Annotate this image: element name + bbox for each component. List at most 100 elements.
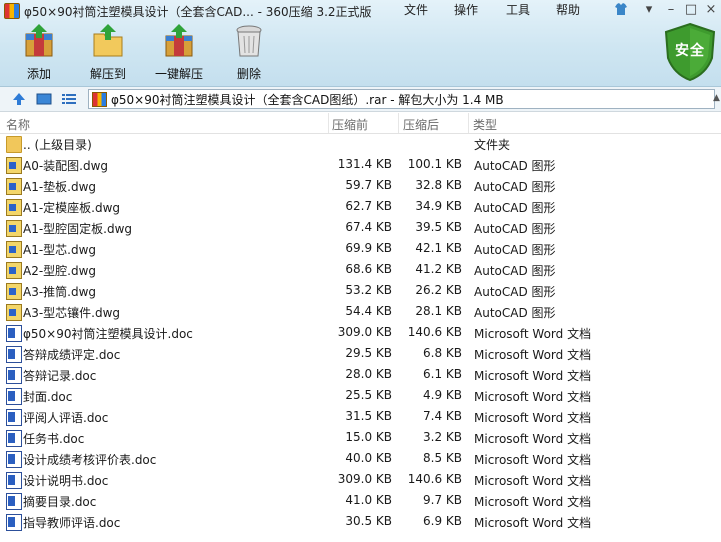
menu-file[interactable]: 文件 <box>400 0 432 19</box>
file-packed-size: 6.1 KB <box>423 367 462 381</box>
address-field[interactable]: φ50×90衬筒注塑模具设计（全套含CAD图纸）.rar - 解包大小为 1.4… <box>88 89 715 109</box>
menu-help[interactable]: 帮助 <box>552 0 584 19</box>
file-type: Microsoft Word 文档 <box>474 432 592 446</box>
file-name: .. (上级目录) <box>23 138 92 152</box>
file-name: 答辩记录.doc <box>23 369 97 383</box>
file-row[interactable]: A3-型芯镶件.dwg 54.4 KB 28.1 KB AutoCAD 图形 <box>0 301 721 322</box>
file-row[interactable]: 答辩记录.doc 28.0 KB 6.1 KB Microsoft Word 文… <box>0 364 721 385</box>
thumbnail-view-icon[interactable] <box>36 91 52 107</box>
window-title: φ50×90衬筒注塑模具设计（全套含CAD... - 360压缩 3.2正式版 <box>24 5 372 19</box>
file-packed-size: 34.9 KB <box>415 199 462 213</box>
file-row[interactable]: A1-定模座板.dwg 62.7 KB 34.9 KB AutoCAD 图形 <box>0 196 721 217</box>
file-row[interactable]: 摘要目录.doc 41.0 KB 9.7 KB Microsoft Word 文… <box>0 490 721 511</box>
file-size: 62.7 KB <box>345 199 392 213</box>
skin-shirt-icon[interactable] <box>610 2 632 18</box>
file-size: 29.5 KB <box>345 346 392 360</box>
file-type: AutoCAD 图形 <box>474 285 556 299</box>
extract-to-label: 解压到 <box>89 67 126 81</box>
file-row[interactable]: 设计成绩考核评价表.doc 40.0 KB 8.5 KB Microsoft W… <box>0 448 721 469</box>
file-type: AutoCAD 图形 <box>474 159 556 173</box>
file-packed-size: 6.9 KB <box>423 514 462 528</box>
file-row[interactable]: A1-型芯.dwg 69.9 KB 42.1 KB AutoCAD 图形 <box>0 238 721 259</box>
file-size: 309.0 KB <box>337 472 392 486</box>
file-row[interactable]: 指导教师评语.doc 30.5 KB 6.9 KB Microsoft Word… <box>0 511 721 532</box>
up-arrow-icon[interactable] <box>11 91 27 107</box>
file-row[interactable]: A2-型腔.dwg 68.6 KB 41.2 KB AutoCAD 图形 <box>0 259 721 280</box>
file-type: AutoCAD 图形 <box>474 180 556 194</box>
file-row[interactable]: 封面.doc 25.5 KB 4.9 KB Microsoft Word 文档 <box>0 385 721 406</box>
column-size[interactable]: 压缩前 <box>332 116 368 133</box>
file-packed-size: 8.5 KB <box>423 451 462 465</box>
file-packed-size: 28.1 KB <box>415 304 462 318</box>
file-name: A3-推筒.dwg <box>23 285 97 299</box>
file-row[interactable]: 设计说明书.doc 309.0 KB 140.6 KB Microsoft Wo… <box>0 469 721 490</box>
file-type: Microsoft Word 文档 <box>474 348 592 362</box>
word-doc-icon <box>6 514 22 531</box>
add-button[interactable]: 添加 <box>9 24 69 84</box>
column-type[interactable]: 类型 <box>473 116 497 133</box>
file-name: 封面.doc <box>23 390 73 404</box>
file-name: A3-型芯镶件.dwg <box>23 306 121 320</box>
word-doc-icon <box>6 409 22 426</box>
extract-to-button[interactable]: 解压到 <box>78 24 138 84</box>
file-row[interactable]: A1-垫板.dwg 59.7 KB 32.8 KB AutoCAD 图形 <box>0 175 721 196</box>
minimize-icon[interactable]: – <box>660 2 682 18</box>
trash-icon <box>236 25 262 57</box>
file-packed-size: 140.6 KB <box>407 472 462 486</box>
word-doc-icon <box>6 430 22 447</box>
delete-button[interactable]: 删除 <box>219 24 279 84</box>
file-name: A1-型芯.dwg <box>23 243 97 257</box>
file-size: 59.7 KB <box>345 178 392 192</box>
menu-operate[interactable]: 操作 <box>450 0 482 19</box>
file-row[interactable]: A1-型腔固定板.dwg 67.4 KB 39.5 KB AutoCAD 图形 <box>0 217 721 238</box>
file-row[interactable]: A0-装配图.dwg 131.4 KB 100.1 KB AutoCAD 图形 <box>0 154 721 175</box>
file-packed-size: 4.9 KB <box>423 388 462 402</box>
column-divider[interactable] <box>398 113 399 133</box>
one-click-extract-button[interactable]: 一键解压 <box>149 24 209 84</box>
file-name: 评阅人评语.doc <box>23 411 109 425</box>
dwg-file-icon <box>6 262 22 279</box>
file-type: 文件夹 <box>474 138 511 152</box>
dwg-file-icon <box>6 241 22 258</box>
scroll-up-icon[interactable]: ▲ <box>713 93 720 103</box>
file-row[interactable]: A3-推筒.dwg 53.2 KB 26.2 KB AutoCAD 图形 <box>0 280 721 301</box>
menu-tools[interactable]: 工具 <box>502 0 534 19</box>
word-doc-icon <box>6 451 22 468</box>
word-doc-icon <box>6 388 22 405</box>
file-row[interactable]: 评阅人评语.doc 31.5 KB 7.4 KB Microsoft Word … <box>0 406 721 427</box>
file-size: 15.0 KB <box>345 430 392 444</box>
dwg-file-icon <box>6 178 22 195</box>
file-row-parent[interactable]: .. (上级目录) 文件夹 <box>0 133 721 154</box>
file-name: φ50×90衬筒注塑模具设计.doc <box>23 327 193 341</box>
file-type: Microsoft Word 文档 <box>474 369 592 383</box>
file-row[interactable]: 任务书.doc 15.0 KB 3.2 KB Microsoft Word 文档 <box>0 427 721 448</box>
close-icon[interactable]: × <box>700 2 721 18</box>
file-size: 68.6 KB <box>345 262 392 276</box>
archive-icon <box>92 92 107 107</box>
word-doc-icon <box>6 325 22 342</box>
column-packed[interactable]: 压缩后 <box>403 116 439 133</box>
file-row[interactable]: 答辩成绩评定.doc 29.5 KB 6.8 KB Microsoft Word… <box>0 343 721 364</box>
file-type: Microsoft Word 文档 <box>474 390 592 404</box>
column-divider[interactable] <box>328 113 329 133</box>
file-packed-size: 9.7 KB <box>423 493 462 507</box>
file-type: AutoCAD 图形 <box>474 201 556 215</box>
menu-dropdown-icon[interactable]: ▾ <box>638 2 660 18</box>
file-type: Microsoft Word 文档 <box>474 327 592 341</box>
column-name[interactable]: 名称 <box>6 116 30 133</box>
file-row[interactable]: φ50×90衬筒注塑模具设计.doc 309.0 KB 140.6 KB Mic… <box>0 322 721 343</box>
file-size: 54.4 KB <box>345 304 392 318</box>
top-band: φ50×90衬筒注塑模具设计（全套含CAD... - 360压缩 3.2正式版 … <box>0 0 721 87</box>
dwg-file-icon <box>6 304 22 321</box>
safety-shield[interactable]: 安全 <box>662 22 718 82</box>
dwg-file-icon <box>6 283 22 300</box>
file-type: Microsoft Word 文档 <box>474 516 592 530</box>
column-divider[interactable] <box>468 113 469 133</box>
file-type: Microsoft Word 文档 <box>474 474 592 488</box>
dwg-file-icon <box>6 157 22 174</box>
add-label: 添加 <box>26 67 51 81</box>
maximize-icon[interactable]: □ <box>680 2 702 18</box>
delete-label: 删除 <box>236 67 261 81</box>
list-view-icon[interactable] <box>61 91 77 107</box>
dwg-file-icon <box>6 220 22 237</box>
